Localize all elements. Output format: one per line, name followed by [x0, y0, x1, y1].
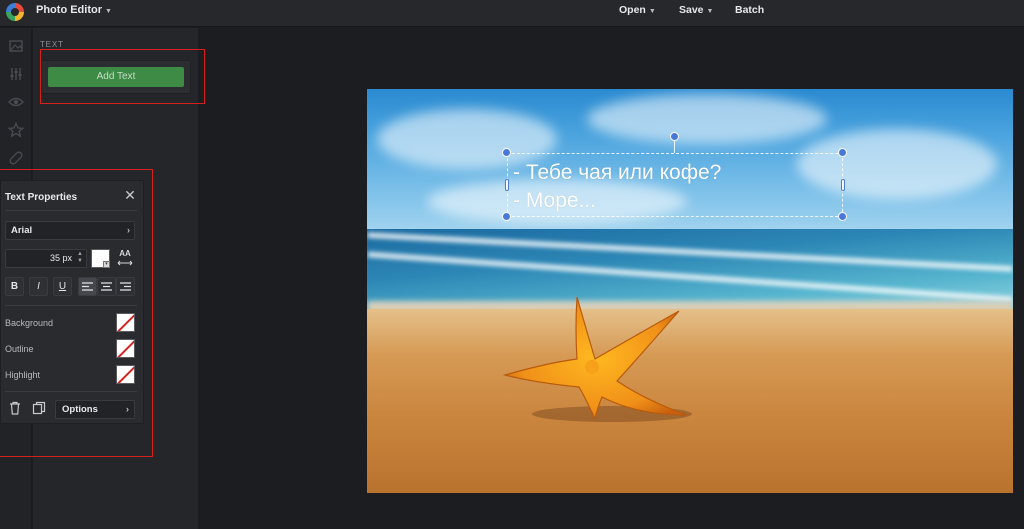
annotation-box-add-text	[40, 49, 205, 104]
resize-handle-top-left[interactable]	[502, 148, 511, 157]
app-title: Photo Editor	[36, 4, 102, 16]
resize-handle-bottom-left[interactable]	[502, 212, 511, 221]
rotate-handle[interactable]	[670, 132, 679, 141]
app-title-menu[interactable]: Photo Editor ▼	[28, 0, 120, 27]
image-icon[interactable]	[8, 38, 24, 54]
bandage-icon[interactable]	[8, 150, 24, 166]
text-selection-box	[507, 153, 843, 217]
chevron-down-icon: ▼	[648, 8, 656, 15]
open-menu-label: Open	[619, 4, 646, 16]
batch-label: Batch	[735, 4, 765, 16]
top-bar: Photo Editor ▼ Open ▼ Save ▼ Batch	[0, 0, 1024, 27]
cloud	[587, 94, 827, 144]
resize-handle-top-right[interactable]	[838, 148, 847, 157]
rotation-connector	[674, 141, 675, 153]
section-label: TEXT	[40, 40, 64, 49]
eye-icon[interactable]	[8, 94, 24, 110]
save-menu-label: Save	[679, 4, 704, 16]
save-menu-button[interactable]: Save ▼	[671, 0, 721, 20]
app-logo-icon	[6, 3, 24, 21]
chevron-down-icon: ▼	[105, 8, 112, 15]
annotation-box-text-properties	[0, 169, 153, 457]
star-icon[interactable]	[7, 121, 25, 138]
resize-handle-right[interactable]	[841, 179, 845, 191]
resize-handle-bottom-right[interactable]	[838, 212, 847, 221]
open-menu-button[interactable]: Open ▼	[611, 0, 664, 20]
chevron-down-icon: ▼	[706, 8, 714, 15]
batch-button[interactable]: Batch	[727, 0, 772, 20]
starfish-image	[502, 296, 692, 422]
adjust-sliders-icon[interactable]	[8, 66, 24, 82]
photo-canvas[interactable]: - Тебе чая или кофе? - Море...	[367, 89, 1013, 493]
resize-handle-left[interactable]	[505, 179, 509, 191]
